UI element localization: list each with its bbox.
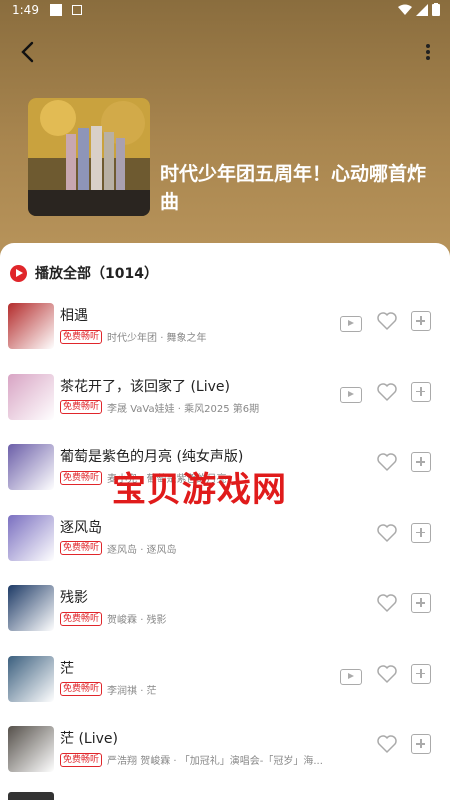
free-listen-badge: 免费畅听 — [60, 400, 103, 414]
song-subtitle: 免费畅听 贺峻霖 · 残影 — [60, 611, 167, 626]
song-subtitle: 免费畅听 时代少年团 · 舞象之年 — [60, 329, 207, 344]
song-thumbnail — [8, 585, 54, 631]
song-title: 逐风岛 — [60, 519, 102, 536]
status-bar: 1:49 — [0, 0, 450, 22]
song-artist: 严浩翔 贺峻霖 · 「加冠礼」演唱会-「冠岁」海... — [107, 756, 323, 767]
free-listen-badge: 免费畅听 — [60, 752, 103, 767]
song-title: 相遇 — [60, 308, 88, 324]
add-to-playlist-icon[interactable] — [411, 452, 431, 472]
song-title: 茫 — [60, 660, 74, 677]
free-listen-badge: 免费畅听 — [60, 329, 103, 344]
song-thumbnail — [8, 373, 54, 420]
add-to-playlist-icon[interactable] — [411, 311, 431, 331]
heart-icon[interactable] — [375, 380, 399, 404]
heart-icon[interactable] — [375, 450, 399, 474]
playlist-title: 时代少年团五周年！心动哪首炸曲 — [160, 163, 427, 213]
song-subtitle: 免费畅听 逐风岛 · 逐风岛 — [60, 541, 177, 556]
song-subtitle: 免费畅听 严浩翔 贺峻霖 · 「加冠礼」演唱会-「冠岁」海... — [60, 752, 323, 767]
mv-play-icon[interactable] — [340, 316, 362, 332]
notification-icon — [50, 4, 62, 16]
heart-icon[interactable] — [375, 732, 399, 756]
play-all-button[interactable]: 播放全部（1014） — [10, 263, 158, 283]
heart-icon[interactable] — [375, 662, 399, 686]
song-subtitle: 免费畅听 李晟 VaVa娃娃 · 乘风2025 第6期 — [60, 400, 259, 415]
mv-play-icon[interactable] — [340, 668, 362, 685]
signal-icon — [416, 3, 428, 16]
song-title: 残影 — [60, 590, 88, 606]
song-row[interactable]: 茫 (Live) 免费畅听 严浩翔 贺峻霖 · 「加冠礼」演唱会-「冠岁」海..… — [0, 726, 450, 796]
add-to-playlist-icon[interactable] — [411, 593, 431, 613]
heart-icon[interactable] — [375, 309, 399, 333]
song-artist: 贺峻霖 · 残影 — [107, 615, 167, 626]
song-artist: 李润祺 · 茫 — [107, 685, 157, 697]
more-vertical-icon[interactable] — [418, 38, 438, 66]
add-to-playlist-icon[interactable] — [411, 734, 431, 754]
song-artist: 逐风岛 · 逐风岛 — [107, 544, 177, 556]
wifi-icon — [398, 4, 412, 15]
free-listen-badge: 免费畅听 — [60, 682, 103, 696]
add-to-playlist-icon[interactable] — [411, 522, 431, 543]
song-thumbnail — [8, 655, 54, 702]
play-circle-icon — [10, 264, 27, 282]
free-listen-badge: 免费畅听 — [60, 470, 103, 485]
play-all-label: 播放全部 — [35, 266, 91, 282]
heart-icon[interactable] — [375, 591, 399, 615]
song-count: （1014） — [91, 266, 158, 282]
playlist-header: 1:49 时代少年团五周年！心动哪首炸曲 — [0, 0, 450, 260]
song-artist: 时代少年团 · 舞象之年 — [107, 333, 207, 344]
song-artist: 李晟 VaVa娃娃 · 乘风2025 第6期 — [107, 403, 260, 415]
song-thumbnail — [8, 444, 54, 490]
song-row[interactable]: 茶花开了，该回家了 (Live) 免费畅听 李晟 VaVa娃娃 · 乘风2025… — [0, 373, 450, 444]
back-arrow-icon[interactable] — [14, 38, 42, 66]
song-row[interactable]: 茫 免费畅听 李润祺 · 茫 — [0, 655, 450, 726]
add-to-playlist-icon[interactable] — [411, 381, 431, 402]
song-row[interactable]: 相遇 免费畅听 时代少年团 · 舞象之年 — [0, 303, 450, 373]
song-thumbnail — [8, 303, 54, 349]
mv-play-icon[interactable] — [340, 386, 362, 403]
song-thumbnail — [8, 726, 54, 772]
song-title: 茶花开了，该回家了 (Live) — [60, 378, 230, 395]
song-list-panel: 播放全部（1014） 相遇 免费畅听 时代少年团 · 舞象之年 茶花开了，该回家… — [0, 243, 450, 800]
watermark-text: 宝贝游戏网 — [112, 470, 287, 510]
song-row[interactable]: 残影 免费畅听 贺峻霖 · 残影 — [0, 585, 450, 655]
song-thumbnail — [8, 514, 54, 561]
notification-icon-2 — [72, 5, 82, 15]
song-row[interactable]: 逐风岛 免费畅听 逐风岛 · 逐风岛 — [0, 514, 450, 585]
playlist-cover-image — [28, 98, 150, 216]
song-subtitle: 免费畅听 李润祺 · 茫 — [60, 682, 157, 697]
status-time: 1:49 — [12, 3, 39, 17]
song-title: 茫 (Live) — [60, 731, 118, 747]
free-listen-badge: 免费畅听 — [60, 611, 103, 626]
next-song-thumbnail-partial — [8, 792, 54, 800]
free-listen-badge: 免费畅听 — [60, 541, 103, 555]
add-to-playlist-icon[interactable] — [411, 663, 431, 684]
heart-icon[interactable] — [375, 521, 399, 545]
battery-icon — [432, 3, 440, 16]
